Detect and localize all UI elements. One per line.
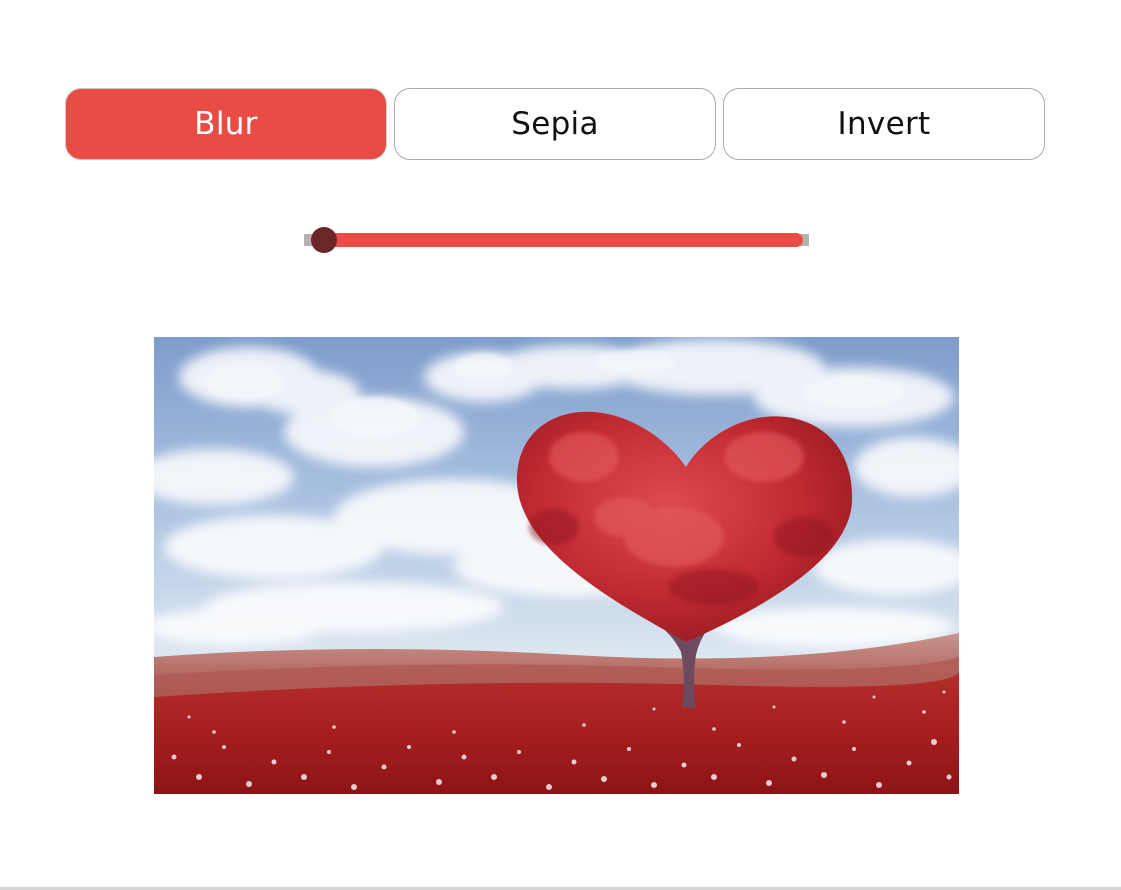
filter-button-group: Blur Sepia Invert	[65, 88, 1045, 160]
filter-demo-page: Blur Sepia Invert	[0, 0, 1121, 890]
blur-button[interactable]: Blur	[65, 88, 387, 160]
heart-tree-photo	[154, 337, 959, 794]
invert-button[interactable]: Invert	[723, 88, 1045, 160]
sepia-button[interactable]: Sepia	[394, 88, 716, 160]
slider-track-fill	[326, 233, 803, 247]
slider-thumb[interactable]	[311, 227, 337, 253]
filter-intensity-slider[interactable]	[304, 226, 809, 254]
